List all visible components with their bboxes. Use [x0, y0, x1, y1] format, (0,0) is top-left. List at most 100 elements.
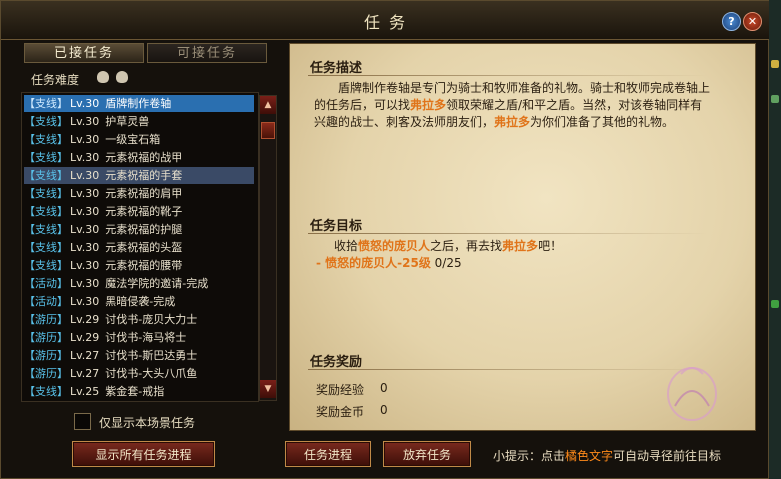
- quest-list-item[interactable]: 【支线】 Lv.30 元素祝福的腰带: [24, 257, 254, 274]
- quest-name: 讨伐书-海马将士: [105, 331, 187, 344]
- quest-level: Lv.30: [70, 223, 100, 236]
- scroll-down-icon[interactable]: ▼: [260, 380, 276, 398]
- quest-level: Lv.30: [70, 295, 100, 308]
- gold-reward-label: 奖励金币: [316, 405, 365, 419]
- quest-category: 【支线】: [24, 133, 68, 146]
- quest-list-item[interactable]: 【游历】 Lv.29 讨伐书-海马将士: [24, 329, 254, 346]
- abandon-quest-button[interactable]: 放弃任务: [383, 441, 471, 467]
- divider: [308, 233, 708, 234]
- quest-level: Lv.29: [70, 331, 100, 344]
- quest-level: Lv.25: [70, 385, 100, 398]
- tab-available-quests[interactable]: 可接任务: [147, 43, 267, 63]
- hint-prefix: 小提示：点击: [493, 449, 566, 463]
- quest-category: 【支线】: [24, 385, 68, 398]
- description-title: 任务描述: [310, 61, 363, 76]
- quest-category: 【游历】: [24, 313, 68, 326]
- quest-list-item[interactable]: 【支线】 Lv.30 元素祝福的靴子: [24, 203, 254, 220]
- quest-name: 一级宝石箱: [105, 133, 161, 146]
- npc-link[interactable]: 弗拉多: [502, 239, 538, 253]
- quest-category: 【支线】: [24, 187, 68, 200]
- quest-list-item[interactable]: 【支线】 Lv.30 一级宝石箱: [24, 131, 254, 148]
- quest-category: 【支线】: [24, 169, 68, 182]
- quest-level: Lv.30: [70, 241, 100, 254]
- quest-category: 【支线】: [24, 205, 68, 218]
- skull-icon: [116, 71, 128, 83]
- quest-list-item[interactable]: 【支线】 Lv.25 紫金套-戒指: [24, 383, 254, 400]
- difficulty-label: 任务难度: [31, 73, 80, 87]
- quest-level: Lv.27: [70, 349, 100, 362]
- quest-window: 任 务 ? ✕ 已接任务 可接任务 任务难度 【支线】 Lv.30 盾牌制作卷轴 【支…: [0, 0, 770, 479]
- quest-category: 【活动】: [24, 277, 68, 290]
- quest-list-scrollbar[interactable]: ▲ ▼: [259, 95, 277, 401]
- quest-list-item[interactable]: 【支线】 Lv.30 元素祝福的护腿: [24, 221, 254, 238]
- show-all-progress-button[interactable]: 显示所有任务进程: [72, 441, 215, 467]
- divider: [308, 369, 708, 370]
- scroll-thumb[interactable]: [261, 122, 275, 139]
- quest-category: 【支线】: [24, 97, 68, 110]
- quest-list-item[interactable]: 【游历】 Lv.27 讨伐书-大头八爪鱼: [24, 365, 254, 382]
- quest-name: 讨伐书-大头八爪鱼: [105, 367, 198, 380]
- quest-list-item[interactable]: 【活动】 Lv.30 黑暗侵袭-完成: [24, 293, 254, 310]
- quest-name: 元素祝福的腰带: [105, 259, 183, 272]
- quest-category: 【支线】: [24, 115, 68, 128]
- hint-orange-text: 橘色文字: [565, 449, 614, 463]
- goal-title: 任务目标: [310, 219, 363, 234]
- quest-list-item[interactable]: 【支线】 Lv.30 元素祝福的肩甲: [24, 185, 254, 202]
- goal-text: 收拾: [334, 239, 359, 253]
- decorative-seal-icon: [667, 367, 717, 421]
- quest-list-item[interactable]: 【游历】 Lv.27 讨伐书-斯巴达勇士: [24, 347, 254, 364]
- quest-level: Lv.30: [70, 205, 100, 218]
- window-title: 任 务: [363, 13, 408, 32]
- scroll-up-icon[interactable]: ▲: [260, 96, 276, 114]
- tab-accepted-quests[interactable]: 已接任务: [24, 43, 144, 63]
- quest-category: 【游历】: [24, 349, 68, 362]
- quest-level: Lv.30: [70, 151, 100, 164]
- quest-name: 护草灵兽: [105, 115, 150, 128]
- quest-name: 紫金套-戒指: [105, 385, 165, 398]
- scene-filter-checkbox[interactable]: [74, 413, 91, 430]
- quest-level: Lv.30: [70, 277, 100, 290]
- quest-name: 元素祝福的头盔: [105, 241, 183, 254]
- quest-name: 魔法学院的邀请-完成: [105, 277, 209, 290]
- quest-level: Lv.29: [70, 313, 100, 326]
- divider: [308, 75, 708, 76]
- help-icon[interactable]: ?: [722, 12, 741, 31]
- quest-name: 盾牌制作卷轴: [105, 97, 172, 110]
- quest-name: 元素祝福的肩甲: [105, 187, 183, 200]
- quest-name: 讨伐书-斯巴达勇士: [105, 349, 198, 362]
- monster-link[interactable]: 愤怒的庞贝人-25级: [325, 256, 431, 270]
- quest-name: 元素祝福的靴子: [105, 205, 183, 218]
- reward-title: 任务奖励: [310, 355, 363, 370]
- quest-level: Lv.30: [70, 97, 100, 110]
- quest-list-item[interactable]: 【活动】 Lv.30 魔法学院的邀请-完成: [24, 275, 254, 292]
- quest-list-item[interactable]: 【支线】 Lv.30 元素祝福的战甲: [24, 149, 254, 166]
- quest-list-item[interactable]: 【支线】 Lv.30 盾牌制作卷轴: [24, 95, 254, 112]
- quest-name: 讨伐书-庞贝大力士: [105, 313, 198, 326]
- npc-link[interactable]: 弗拉多: [494, 115, 530, 129]
- scene-filter-label: 仅显示本场景任务: [99, 416, 196, 430]
- npc-link[interactable]: 弗拉多: [410, 98, 446, 112]
- progress-dash: -: [316, 256, 326, 270]
- quest-list-item[interactable]: 【游历】 Lv.29 讨伐书-庞贝大力士: [24, 311, 254, 328]
- title-bar[interactable]: 任 务 ? ✕: [1, 1, 770, 40]
- quest-category: 【支线】: [24, 151, 68, 164]
- quest-level: Lv.30: [70, 187, 100, 200]
- quest-category: 【游历】: [24, 331, 68, 344]
- quest-description: 盾牌制作卷轴是专门为骑士和牧师准备的礼物。骑士和牧师完成卷轴上的任务后，可以找弗…: [314, 80, 714, 131]
- exp-reward-value: 0: [380, 381, 388, 395]
- progress-count: 0/25: [430, 256, 462, 270]
- quest-list-item[interactable]: 【支线】 Lv.30 护草灵兽: [24, 113, 254, 130]
- quest-category: 【支线】: [24, 223, 68, 236]
- quest-list-item[interactable]: 【支线】 Lv.30 元素祝福的头盔: [24, 239, 254, 256]
- quest-name: 元素祝福的战甲: [105, 151, 183, 164]
- description-text: 为你们准备了其他的礼物。: [530, 115, 675, 129]
- quest-level: Lv.30: [70, 133, 100, 146]
- quest-list-item[interactable]: 【支线】 Lv.30 元素祝福的手套: [24, 167, 254, 184]
- hint-text: 小提示：点击橘色文字可自动寻径前往目标: [493, 447, 721, 464]
- monster-link[interactable]: 愤怒的庞贝人: [358, 239, 430, 253]
- quest-list: 【支线】 Lv.30 盾牌制作卷轴 【支线】 Lv.30 护草灵兽 【支线】 Lv.30 一级宝…: [21, 92, 259, 402]
- quest-progress-button[interactable]: 任务进程: [285, 441, 371, 467]
- quest-goal: 收拾愤怒的庞贝人之后，再去找弗拉多吧！: [334, 237, 562, 254]
- gold-reward-value: 0: [380, 403, 388, 417]
- close-icon[interactable]: ✕: [743, 12, 762, 31]
